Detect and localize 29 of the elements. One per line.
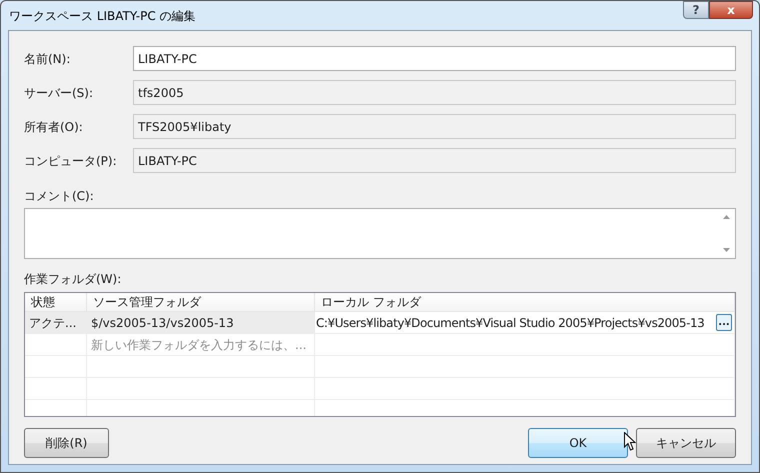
table-cell xyxy=(25,378,87,400)
table-cell: $/vs2005-13/vs2005-13 xyxy=(87,312,315,334)
table-cell-text: C:¥Users¥libaty¥Documents¥Visual Studio 2005¥Projects¥vs2005-13 xyxy=(316,314,704,332)
field-label: 所有者(O): xyxy=(24,118,84,136)
column-header[interactable]: 状態 xyxy=(25,293,87,311)
readonly-field[interactable]: tfs2005 xyxy=(133,80,736,105)
table-cell xyxy=(25,356,87,378)
table-cell: アクテ... xyxy=(25,312,87,334)
scroll-up-icon[interactable] xyxy=(723,215,730,219)
comment-label: コメント(C): xyxy=(24,188,95,205)
mouse-cursor-icon xyxy=(624,432,636,451)
help-button[interactable]: ? xyxy=(683,1,709,19)
scroll-down-icon[interactable] xyxy=(723,248,730,252)
window-title: ワークスペース LIBATY-PC の編集 xyxy=(9,8,196,24)
field-label: 名前(N): xyxy=(24,50,72,68)
working-folders-label: 作業フォルダ(W): xyxy=(24,271,122,288)
readonly-field[interactable]: TFS2005¥libaty xyxy=(133,114,736,139)
dialog-button[interactable]: 削除(R) xyxy=(24,428,109,458)
column-header[interactable]: ソース管理フォルダ xyxy=(87,293,315,311)
dialog-button[interactable]: キャンセル xyxy=(636,428,736,458)
browse-button[interactable]: ... xyxy=(716,314,732,331)
comment-field[interactable] xyxy=(24,208,736,259)
dialog-button[interactable]: OK xyxy=(528,428,628,458)
field-label: サーバー(S): xyxy=(24,84,94,102)
input-field[interactable]: LIBATY-PC xyxy=(133,46,736,71)
readonly-field[interactable]: LIBATY-PC xyxy=(133,148,736,173)
table-cell xyxy=(25,334,87,356)
column-header[interactable]: ローカル フォルダ xyxy=(315,293,735,311)
field-label: コンピュータ(P): xyxy=(24,152,118,170)
